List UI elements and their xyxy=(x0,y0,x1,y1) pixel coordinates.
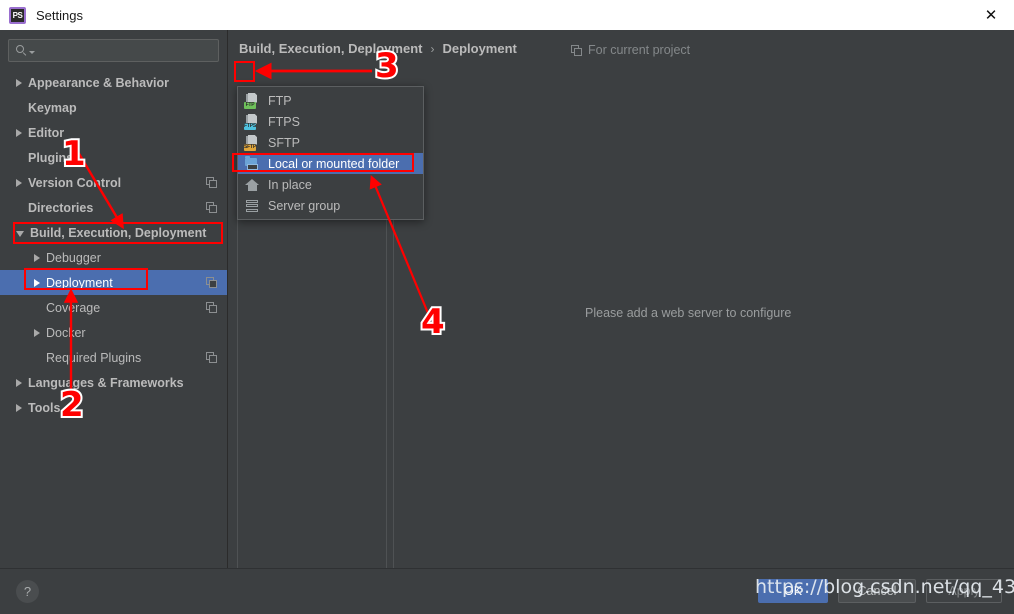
title-bar: PS Settings ✕ xyxy=(0,0,1014,30)
sidebar-item-docker[interactable]: Docker xyxy=(0,320,227,345)
menu-item-label: FTPS xyxy=(268,114,300,129)
menu-item-label: SFTP xyxy=(268,135,300,150)
chevron-right-icon[interactable] xyxy=(16,403,22,412)
sidebar-item-label: Required Plugins xyxy=(46,350,142,365)
sftp-icon: SFTP xyxy=(244,134,260,151)
search-input[interactable] xyxy=(39,42,213,59)
settings-detail-pane: Build, Execution, Deployment › Deploymen… xyxy=(229,30,1014,570)
project-scope-icon xyxy=(206,302,217,313)
annotation-box-add-button xyxy=(234,61,255,82)
project-scope-icon xyxy=(206,177,217,188)
sidebar-item-plugins[interactable]: Plugins xyxy=(0,145,227,170)
sidebar-item-label: Languages & Frameworks xyxy=(28,375,184,390)
phpstorm-icon: PS xyxy=(9,6,26,24)
in-place-icon xyxy=(244,177,260,193)
project-scope-icon xyxy=(206,352,217,363)
breadcrumb-separator: › xyxy=(430,41,435,56)
sidebar-item-version-control[interactable]: Version Control xyxy=(0,170,227,195)
chevron-down-icon[interactable] xyxy=(29,50,35,54)
menu-item-label: Server group xyxy=(268,198,341,213)
window-title: Settings xyxy=(36,7,83,23)
settings-dialog: PS Settings ✕ Appearance & Behavior Keyma… xyxy=(0,0,1014,614)
chevron-right-icon[interactable] xyxy=(34,328,40,337)
dialog-body: Appearance & Behavior Keymap Editor Plugins… xyxy=(0,30,1014,570)
sidebar-item-label: Tools xyxy=(28,400,61,415)
search-box[interactable] xyxy=(8,39,219,62)
sidebar-item-keymap[interactable]: Keymap xyxy=(0,95,227,120)
settings-sidebar: Appearance & Behavior Keymap Editor Plugins… xyxy=(0,30,228,568)
sidebar-item-label: Appearance & Behavior xyxy=(28,75,170,90)
sidebar-item-tools[interactable]: Tools xyxy=(0,395,227,420)
breadcrumb-leaf: Deployment xyxy=(442,41,517,56)
sidebar-item-languages-frameworks[interactable]: Languages & Frameworks xyxy=(0,370,227,395)
annotation-step-4: 4 xyxy=(419,302,447,342)
sidebar-item-label: Coverage xyxy=(46,300,101,315)
annotation-step-1: 1 xyxy=(60,134,88,174)
close-icon[interactable]: ✕ xyxy=(968,0,1014,30)
chevron-right-icon[interactable] xyxy=(34,253,40,262)
annotation-box-local-or-mounted-folder xyxy=(232,153,414,172)
app-icon-text: PS xyxy=(12,10,23,20)
server-group-icon xyxy=(244,198,260,214)
settings-tree: Appearance & Behavior Keymap Editor Plugins… xyxy=(0,70,227,420)
sidebar-item-label: Version Control xyxy=(28,175,122,190)
sidebar-item-label: Editor xyxy=(28,125,65,140)
sidebar-item-coverage[interactable]: Coverage xyxy=(0,295,227,320)
annotation-step-2: 2 xyxy=(58,385,86,425)
for-current-project-text: For current project xyxy=(588,43,691,57)
ftp-icon: FTP xyxy=(244,92,260,109)
search-icon xyxy=(16,45,27,56)
help-button[interactable]: ? xyxy=(16,580,39,603)
empty-state-message: Please add a web server to configure xyxy=(585,306,792,320)
watermark-text: https://blog.csdn.net/qq_43730174 xyxy=(755,576,1014,598)
project-scope-icon xyxy=(206,277,217,288)
menu-item-ftp[interactable]: FTP FTP xyxy=(238,90,423,111)
annotation-box-deployment xyxy=(24,268,148,290)
menu-item-in-place[interactable]: In place xyxy=(238,174,423,195)
annotation-box-build-execution-deployment xyxy=(13,222,223,244)
menu-item-sftp[interactable]: SFTP SFTP xyxy=(238,132,423,153)
sidebar-item-editor[interactable]: Editor xyxy=(0,120,227,145)
project-scope-icon xyxy=(206,202,217,213)
sidebar-item-label: Directories xyxy=(28,200,94,215)
menu-item-ftps[interactable]: FTPS FTPS xyxy=(238,111,423,132)
chevron-right-icon[interactable] xyxy=(16,378,22,387)
menu-item-server-group[interactable]: Server group xyxy=(238,195,423,216)
sidebar-item-label: Docker xyxy=(46,325,86,340)
chevron-right-icon[interactable] xyxy=(16,178,22,187)
for-current-project-label: For current project xyxy=(571,43,690,57)
sidebar-item-label: Keymap xyxy=(28,100,77,115)
menu-item-label: FTP xyxy=(268,93,292,108)
search-container xyxy=(0,30,227,62)
chevron-right-icon[interactable] xyxy=(16,78,22,87)
menu-item-label: In place xyxy=(268,177,312,192)
sidebar-item-directories[interactable]: Directories xyxy=(0,195,227,220)
project-scope-icon xyxy=(571,44,582,56)
ftps-icon: FTPS xyxy=(244,113,260,130)
sidebar-item-label: Debugger xyxy=(46,250,101,265)
sidebar-item-debugger[interactable]: Debugger xyxy=(0,245,227,270)
sidebar-item-required-plugins[interactable]: Required Plugins xyxy=(0,345,227,370)
annotation-step-3: 3 xyxy=(373,46,401,86)
chevron-right-icon[interactable] xyxy=(16,128,22,137)
sidebar-item-appearance-behavior[interactable]: Appearance & Behavior xyxy=(0,70,227,95)
